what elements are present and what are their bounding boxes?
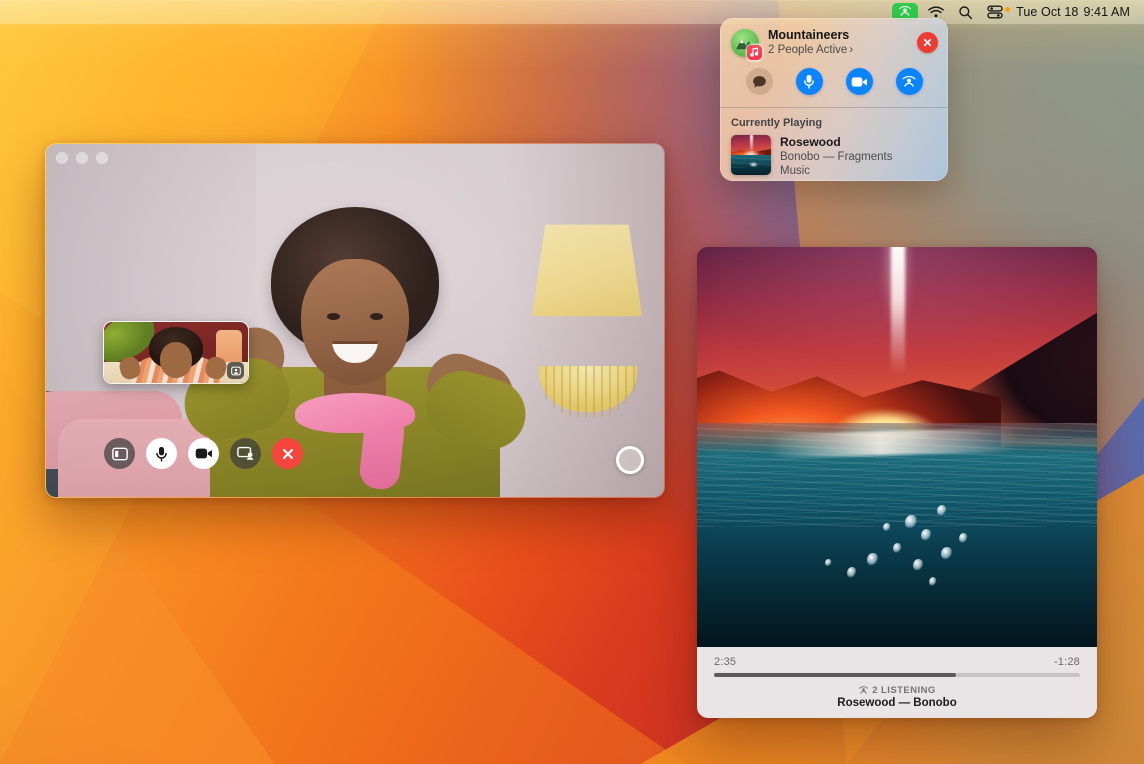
- artwork-bubble: [913, 559, 924, 572]
- artwork-bubble: [941, 547, 953, 561]
- artwork-bubble: [937, 505, 947, 517]
- menubar-date[interactable]: Tue Oct 18: [1010, 2, 1078, 22]
- artwork-bubble: [921, 529, 932, 542]
- remaining-time: -1:28: [1054, 656, 1080, 668]
- pip-effects-badge[interactable]: [227, 362, 244, 379]
- chevron-right-icon: ›: [849, 43, 853, 57]
- music-note-glyph-icon: [750, 47, 759, 57]
- sidebar-toggle-button[interactable]: [104, 438, 135, 469]
- music-player-footer: 2:35 -1:28 2 LISTENING Rosewood — Bonobo: [697, 647, 1097, 718]
- artwork-bubble: [893, 543, 902, 554]
- playback-times: 2:35 -1:28: [697, 647, 1097, 668]
- menubar-spotlight-search[interactable]: [951, 2, 980, 22]
- playback-progress-fill: [714, 673, 956, 677]
- menubar-control-center[interactable]: [980, 2, 1010, 22]
- zoom-button[interactable]: [96, 152, 108, 164]
- control-center-icon: [987, 5, 1003, 19]
- shareplay-microphone-button[interactable]: [796, 68, 823, 95]
- now-playing-artist-album: Bonobo — Fragments: [780, 150, 893, 165]
- artwork-bubble: [825, 559, 832, 567]
- facetime-call-controls[interactable]: [104, 438, 303, 469]
- minimize-button[interactable]: [76, 152, 88, 164]
- shareplay-panel-header: Mountaineers 2 People Active ›: [720, 18, 948, 57]
- artwork-bubble: [905, 515, 918, 530]
- shareplay-video-button[interactable]: [846, 68, 873, 95]
- now-playing-source-app: Music: [780, 164, 893, 179]
- album-artwork-thumbnail: [731, 135, 771, 175]
- artwork-bubble: [847, 567, 857, 579]
- share-screen-button[interactable]: [230, 438, 261, 469]
- sidebar-icon: [112, 447, 128, 461]
- album-artwork-large: [697, 247, 1097, 647]
- artwork-bubble: [929, 577, 937, 587]
- message-bubble-icon: [752, 75, 767, 89]
- artwork-bubble: [867, 553, 879, 567]
- menubar-time[interactable]: 9:41 AM: [1078, 2, 1133, 22]
- artwork-beam: [750, 135, 753, 153]
- artwork-bubble: [883, 523, 891, 532]
- artwork-bubble: [959, 533, 968, 544]
- shareplay-message-button[interactable]: [746, 68, 773, 95]
- search-icon: [958, 5, 973, 20]
- artwork-sea-ripples-2: [697, 455, 1097, 527]
- shareplay-action-buttons[interactable]: [720, 57, 948, 107]
- now-playing-label: Currently Playing: [731, 117, 937, 129]
- pip-person-face: [160, 342, 192, 378]
- now-playing-title: Rosewood — Bonobo: [697, 697, 1097, 709]
- wifi-icon: [928, 6, 944, 19]
- shareplay-ring-indicator[interactable]: [616, 446, 644, 474]
- shareplay-now-playing-section: Currently Playing Rosewood Bonobo — Frag…: [720, 108, 948, 182]
- screen-share-icon: [237, 446, 255, 461]
- shareplay-active-people-label: 2 People Active: [768, 43, 847, 57]
- microphone-button[interactable]: [146, 438, 177, 469]
- music-note-icon: [747, 45, 762, 60]
- playback-progress-bar[interactable]: [714, 673, 1080, 677]
- person-crop-rectangle-icon: [231, 366, 241, 376]
- shareplay-icon: [898, 5, 912, 19]
- shareplay-group-info: Mountaineers 2 People Active ›: [768, 28, 908, 57]
- close-button[interactable]: [56, 152, 68, 164]
- shareplay-toggle-button[interactable]: [896, 68, 923, 95]
- artwork-foam: [746, 160, 760, 169]
- shareplay-icon: [858, 685, 869, 696]
- facetime-window[interactable]: [45, 143, 665, 498]
- mountains-icon: [731, 29, 759, 57]
- shareplay-listening-status: 2 LISTENING: [697, 685, 1097, 696]
- shareplay-active-people[interactable]: 2 People Active ›: [768, 43, 908, 57]
- end-call-button[interactable]: [272, 438, 303, 469]
- window-traffic-lights[interactable]: [56, 152, 108, 164]
- shareplay-group-name: Mountaineers: [768, 28, 908, 43]
- shareplay-close-button[interactable]: [917, 32, 938, 53]
- video-camera-icon: [195, 447, 213, 460]
- now-playing-text: Rosewood Bonobo — Fragments Music: [780, 135, 893, 179]
- now-playing-row[interactable]: Rosewood Bonobo — Fragments Music: [731, 135, 937, 179]
- now-playing-song-title: Rosewood: [780, 135, 893, 150]
- close-x-icon: [281, 447, 295, 461]
- facetime-self-view-pip[interactable]: [103, 321, 249, 384]
- shareplay-panel[interactable]: Mountaineers 2 People Active ›: [720, 18, 948, 181]
- microphone-icon: [154, 446, 169, 462]
- microphone-icon: [802, 74, 816, 89]
- close-x-icon: [922, 37, 933, 48]
- camera-button[interactable]: [188, 438, 219, 469]
- elapsed-time: 2:35: [714, 656, 736, 668]
- music-player-window[interactable]: 2:35 -1:28 2 LISTENING Rosewood — Bonobo: [697, 247, 1097, 718]
- listening-count-label: 2 LISTENING: [872, 685, 936, 696]
- playback-metadata: 2 LISTENING Rosewood — Bonobo: [697, 685, 1097, 709]
- video-camera-icon: [851, 76, 868, 88]
- artwork-light-beam: [891, 247, 905, 375]
- menu-bar: Tue Oct 18 9:41 AM: [0, 0, 1144, 24]
- shareplay-icon: [901, 74, 917, 90]
